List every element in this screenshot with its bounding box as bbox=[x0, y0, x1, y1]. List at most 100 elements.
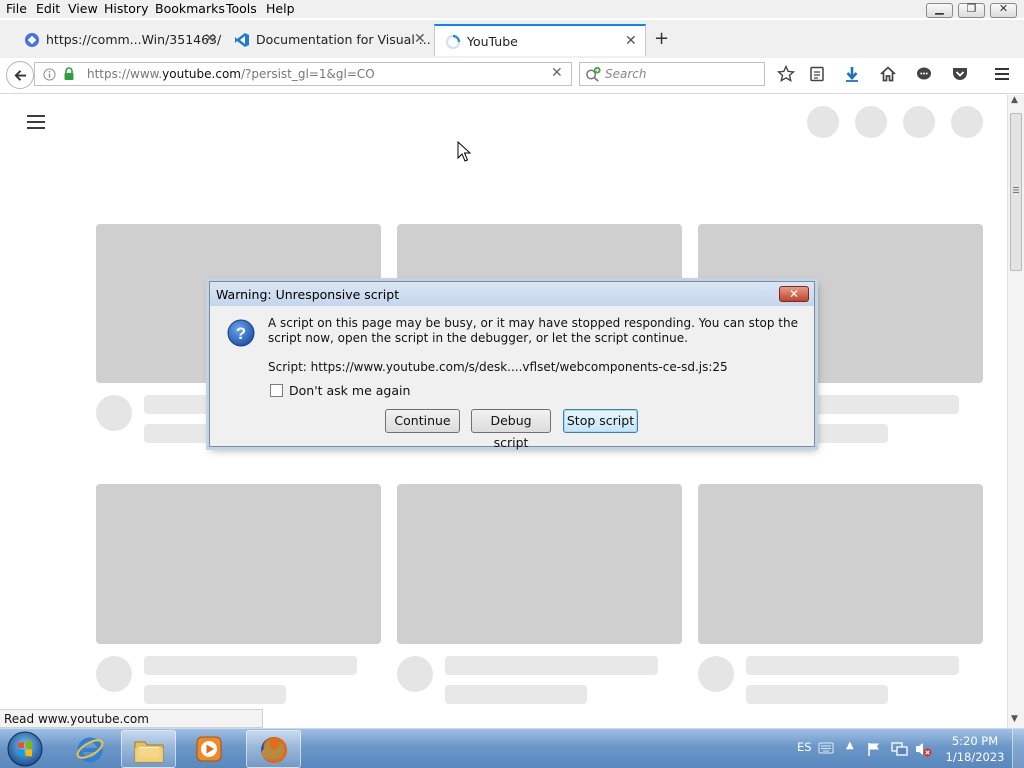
scroll-up-icon[interactable]: ▲ bbox=[1011, 95, 1018, 105]
skeleton-title-line bbox=[746, 656, 959, 675]
tray-expand-icon[interactable]: ▲ bbox=[846, 740, 854, 751]
blue-diamond-icon bbox=[25, 33, 39, 47]
show-desktop-button[interactable] bbox=[1012, 729, 1024, 768]
info-icon[interactable] bbox=[43, 68, 56, 81]
tab-documentation[interactable]: Documentation for Visual ... ✕ bbox=[224, 24, 434, 56]
menu-help[interactable]: Help bbox=[266, 1, 295, 16]
dialog-message: A script on this page may be busy, or it… bbox=[268, 316, 798, 345]
file-explorer-icon bbox=[134, 741, 164, 763]
menu-edit[interactable]: Edit bbox=[36, 1, 60, 16]
guide-menu-icon[interactable] bbox=[26, 114, 46, 130]
menu-view[interactable]: View bbox=[68, 1, 98, 16]
window-close-button[interactable]: ✕ bbox=[990, 2, 1017, 18]
skeleton-header-circle bbox=[903, 106, 935, 138]
tab-youtube[interactable]: YouTube ✕ bbox=[434, 24, 646, 56]
language-indicator[interactable]: ES bbox=[797, 740, 812, 754]
clock-date[interactable]: 1/18/2023 bbox=[945, 750, 1005, 764]
taskbar-media-player[interactable] bbox=[182, 730, 237, 768]
stop-script-button[interactable]: Stop script bbox=[563, 409, 638, 433]
menu-bookmarks[interactable]: Bookmarks bbox=[155, 1, 225, 16]
taskbar-file-explorer[interactable] bbox=[121, 730, 176, 768]
vscode-icon bbox=[235, 33, 249, 47]
stop-loading-icon[interactable]: ✕ bbox=[551, 65, 563, 81]
clock-time[interactable]: 5:20 PM bbox=[945, 734, 1005, 748]
skeleton-avatar bbox=[698, 656, 734, 692]
tab-close-icon[interactable]: ✕ bbox=[625, 33, 637, 49]
vertical-scrollbar[interactable]: ▲ ▼ bbox=[1007, 95, 1024, 728]
unresponsive-script-dialog: Warning: Unresponsive script ✕ ? A scrip… bbox=[209, 281, 815, 450]
skeleton-thumbnail bbox=[397, 484, 682, 644]
grip-icon bbox=[1013, 187, 1019, 193]
taskbar-firefox[interactable] bbox=[246, 730, 301, 768]
dialog-body: ? A script on this page may be busy, or … bbox=[210, 306, 814, 450]
menu-history[interactable]: History bbox=[104, 1, 148, 16]
status-bar: Read www.youtube.com bbox=[0, 709, 263, 728]
url-path: /?persist_gl=1&gl=CO bbox=[240, 67, 375, 81]
scrollbar-thumb[interactable] bbox=[1010, 113, 1022, 271]
tab-close-icon[interactable]: ✕ bbox=[204, 31, 216, 47]
url-domain: youtube.com bbox=[162, 67, 241, 81]
arrow-left-icon bbox=[14, 70, 27, 81]
bookmark-star-icon[interactable] bbox=[777, 65, 795, 83]
tab-close-icon[interactable]: ✕ bbox=[414, 31, 426, 47]
url-bar[interactable]: https://www.youtube.com/?persist_gl=1&gl… bbox=[34, 62, 572, 86]
back-button[interactable] bbox=[6, 61, 34, 89]
pocket-icon[interactable] bbox=[951, 65, 969, 83]
skeleton-title-line bbox=[144, 656, 357, 675]
url-text[interactable]: https://www.youtube.com/?persist_gl=1&gl… bbox=[87, 67, 375, 81]
home-icon[interactable] bbox=[879, 65, 897, 83]
menu-tools[interactable]: Tools bbox=[226, 1, 257, 16]
volume-muted-icon[interactable] bbox=[914, 741, 932, 757]
svg-text:?: ? bbox=[236, 324, 246, 343]
download-icon[interactable] bbox=[843, 65, 861, 83]
minimize-button[interactable]: ▁ bbox=[926, 2, 953, 18]
close-icon: ✕ bbox=[788, 287, 800, 301]
hamburger-menu-icon[interactable] bbox=[993, 65, 1011, 83]
url-prefix: https://www. bbox=[87, 67, 163, 81]
network-icon[interactable] bbox=[890, 741, 908, 757]
skeleton-header-circle bbox=[951, 106, 983, 138]
skeleton-header-circle bbox=[807, 106, 839, 138]
tab-strip: https://comm...Win/351463/ ✕ Documentati… bbox=[0, 20, 1024, 58]
bookmarks-menu-icon[interactable] bbox=[808, 65, 826, 83]
loading-spinner-icon bbox=[445, 34, 461, 50]
tab-title: YouTube bbox=[467, 34, 518, 49]
question-icon: ? bbox=[227, 319, 255, 347]
debug-script-button[interactable]: Debug script bbox=[471, 409, 551, 450]
taskbar-internet-explorer[interactable] bbox=[63, 730, 118, 768]
mouse-cursor-icon bbox=[457, 141, 471, 162]
continue-button[interactable]: Continue bbox=[385, 409, 460, 433]
skeleton-meta-line bbox=[445, 685, 587, 704]
dialog-close-button[interactable]: ✕ bbox=[779, 286, 809, 302]
restore-button[interactable]: ❐ bbox=[958, 2, 985, 18]
start-button[interactable] bbox=[5, 730, 45, 768]
skeleton-meta-line bbox=[144, 685, 286, 704]
restore-icon: ❐ bbox=[966, 2, 977, 15]
media-player-icon bbox=[196, 736, 222, 762]
menu-file[interactable]: File bbox=[6, 1, 27, 16]
dont-ask-checkbox[interactable] bbox=[270, 384, 283, 397]
dialog-title: Warning: Unresponsive script bbox=[216, 287, 400, 302]
skeleton-meta-line bbox=[746, 685, 888, 704]
search-input[interactable]: Search bbox=[579, 62, 765, 86]
scroll-down-icon[interactable]: ▼ bbox=[1011, 714, 1018, 724]
dont-ask-label[interactable]: Don't ask me again bbox=[289, 383, 410, 398]
navigation-toolbar: https://www.youtube.com/?persist_gl=1&gl… bbox=[0, 58, 1024, 94]
skeleton-thumbnail bbox=[698, 484, 983, 644]
tab-community[interactable]: https://comm...Win/351463/ ✕ bbox=[14, 24, 224, 56]
tab-title: Documentation for Visual ... bbox=[256, 32, 431, 47]
close-icon: ✕ bbox=[998, 2, 1009, 15]
skeleton-avatar bbox=[96, 395, 132, 431]
skeleton-avatar bbox=[397, 656, 433, 692]
keyboard-icon[interactable] bbox=[818, 742, 834, 754]
chat-icon[interactable] bbox=[915, 65, 933, 83]
new-tab-button[interactable]: + bbox=[654, 28, 669, 49]
skeleton-title-line bbox=[445, 656, 658, 675]
internet-explorer-icon bbox=[76, 737, 104, 763]
menu-bar: File Edit View History Bookmarks Tools H… bbox=[0, 0, 1024, 18]
lock-icon[interactable] bbox=[63, 67, 75, 81]
flag-icon[interactable] bbox=[866, 741, 882, 757]
skeleton-thumbnail bbox=[96, 484, 381, 644]
dialog-titlebar[interactable]: Warning: Unresponsive script ✕ bbox=[210, 282, 814, 306]
skeleton-avatar bbox=[96, 656, 132, 692]
